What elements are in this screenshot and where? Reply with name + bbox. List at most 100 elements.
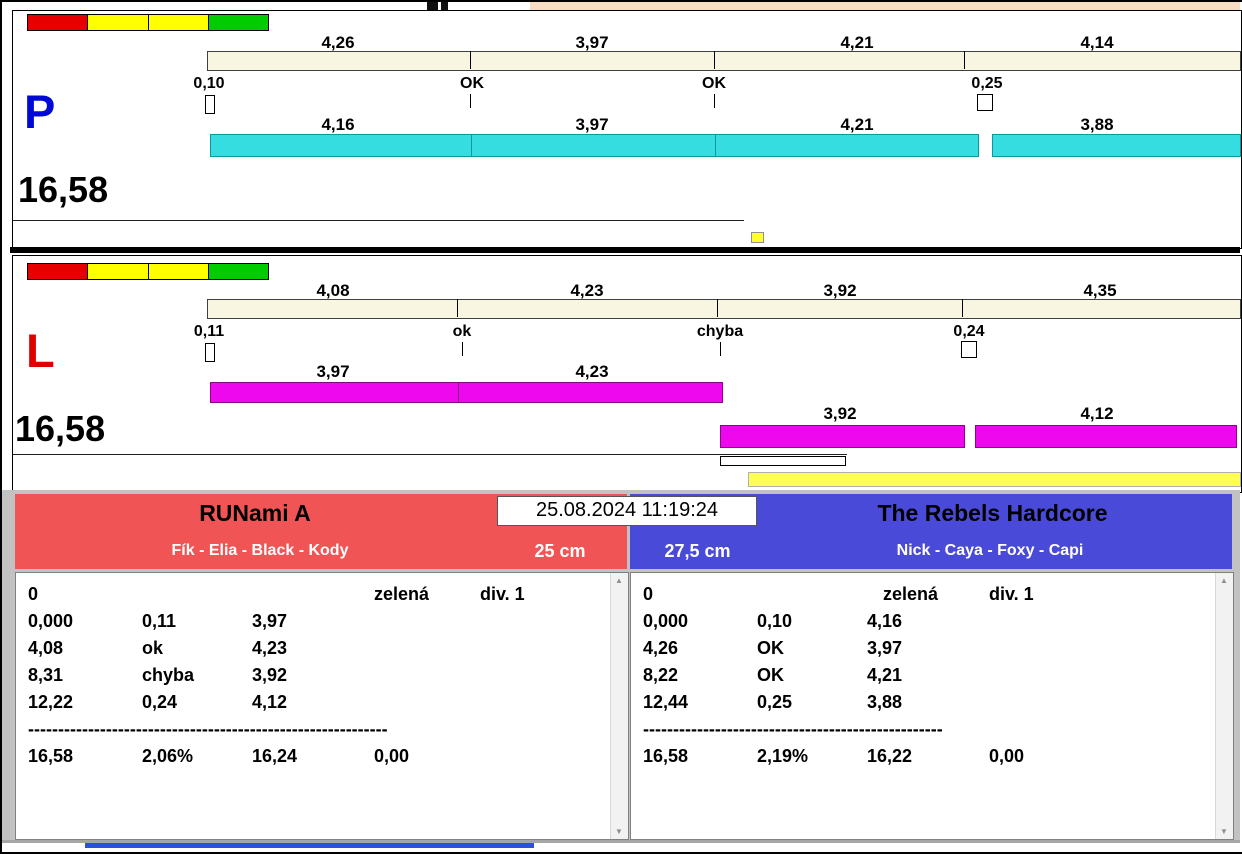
result-cell [252, 716, 374, 743]
result-row: 12,44 0,25 3,88 [643, 689, 1213, 716]
result-cell: 16,22 [867, 746, 913, 766]
run-split-label: 3,88 [1080, 115, 1114, 134]
run-split-label: 4,16 [321, 115, 355, 134]
result-cell: ----------------------------------------… [28, 719, 388, 739]
result-cell: div. 1 [480, 584, 525, 604]
scroll-up-icon[interactable]: ▲ [611, 576, 627, 585]
result-cell: 4,16 [867, 611, 903, 631]
window-top-fragment-peach [530, 2, 1240, 10]
result-cell [374, 716, 486, 743]
window-top-fragment [441, 2, 448, 10]
bar-divider-line [470, 51, 471, 69]
light-yellow-icon [87, 263, 149, 280]
result-cell: 2,06% [142, 746, 194, 766]
timing-bar-segment [471, 134, 717, 157]
taskbar-fragment [85, 843, 534, 848]
tick-mark [714, 94, 715, 108]
run-split-label: 4,12 [1080, 404, 1114, 423]
lane-l-letter: L [26, 324, 55, 377]
start-lights-l [27, 263, 269, 280]
result-cell: 8,31 [28, 665, 64, 685]
crossing-mark-label: ok [452, 323, 472, 340]
gate-marker-box [977, 94, 993, 111]
results-right-scrollbar[interactable]: ▲ ▼ [1215, 573, 1233, 839]
reference-split-label: 4,21 [840, 33, 874, 52]
lane-divider [10, 247, 1240, 253]
reference-split-label: 4,23 [570, 281, 604, 300]
result-cell [989, 716, 1101, 743]
result-cell: 0,24 [142, 692, 178, 712]
yellow-progress-bar [748, 472, 1241, 487]
reference-split-label: 3,97 [575, 33, 609, 52]
result-cell: 0,000 [643, 611, 689, 631]
lane-p-total: 16,58 [18, 169, 109, 210]
result-cell [989, 608, 1101, 635]
result-cell: 0 [643, 584, 654, 604]
result-cell [757, 581, 867, 608]
result-cell [867, 716, 989, 743]
bar-divider-line [714, 51, 715, 69]
result-row: 4,08 ok 4,23 [28, 635, 608, 662]
result-cell: 2,19% [757, 746, 809, 766]
result-row: 0 zelená div. 1 [643, 581, 1213, 608]
timing-bar-segment [458, 382, 723, 403]
result-cell [374, 662, 486, 689]
results-right-body: 0 zelená div. 1 0,000 0,10 4,16 4,26 OK 3,97 8,22… [643, 581, 1213, 770]
light-green-icon [207, 14, 269, 31]
crossing-mark-label: 0,24 [953, 323, 985, 340]
reference-bar-p [207, 51, 1241, 71]
tick-mark [462, 342, 463, 356]
result-cell: 0,000 [28, 611, 74, 631]
result-row: 12,22 0,24 4,12 [28, 689, 608, 716]
team-right-name: The Rebels Hardcore [877, 500, 1108, 526]
result-cell: 4,23 [252, 638, 288, 658]
result-cell: 16,24 [252, 746, 298, 766]
team-left-name: RUNami A [199, 500, 311, 526]
results-left-scrollbar[interactable]: ▲ ▼ [610, 573, 628, 839]
scroll-down-icon[interactable]: ▼ [1216, 827, 1232, 836]
gate-marker-box [961, 341, 977, 358]
gate-marker-box [205, 343, 215, 362]
datetime-display: 25.08.2024 11:19:24 [497, 496, 757, 526]
reference-split-label: 4,14 [1080, 33, 1114, 52]
scroll-down-icon[interactable]: ▼ [611, 827, 627, 836]
crossing-mark-label: 0,25 [971, 75, 1003, 92]
result-cell: 3,97 [252, 611, 288, 631]
result-cell: div. 1 [989, 584, 1034, 604]
result-cell: 4,21 [867, 665, 903, 685]
light-yellow-icon [87, 14, 149, 31]
crossing-mark-label: OK [460, 75, 484, 92]
timing-bar-segment [720, 425, 965, 448]
result-row: 0,000 0,10 4,16 [643, 608, 1213, 635]
run-split-label: 3,97 [316, 362, 350, 381]
reference-split-label: 4,08 [316, 281, 350, 300]
result-cell: 0,00 [374, 746, 410, 766]
timing-bar-segment [715, 134, 979, 157]
status-square [751, 232, 764, 243]
result-cell: zelená [374, 584, 430, 604]
reference-split-label: 4,35 [1083, 281, 1117, 300]
result-cell: 0,10 [757, 611, 793, 631]
result-cell [374, 635, 486, 662]
bar-divider-line [457, 299, 458, 317]
result-cell: 16,58 [28, 746, 74, 766]
result-cell: 3,92 [252, 665, 288, 685]
result-row: ----------------------------------------… [643, 716, 1213, 743]
crossing-mark-label: OK [702, 75, 726, 92]
result-cell: 3,88 [867, 692, 903, 712]
team-right-dogs: Nick - Caya - Foxy - Capi [896, 542, 1084, 559]
result-cell [867, 581, 883, 608]
result-cell: ok [142, 638, 164, 658]
result-row: 0 zelená div. 1 [28, 581, 608, 608]
scroll-up-icon[interactable]: ▲ [1216, 576, 1232, 585]
start-lights-p [27, 14, 269, 31]
result-cell: 4,26 [643, 638, 679, 658]
result-row: ----------------------------------------… [28, 716, 608, 743]
timing-bar-segment [210, 382, 460, 403]
timing-bar-segment [210, 134, 473, 157]
results-left-body: 0 zelená div. 1 0,000 0,11 3,97 4,08 ok 4,23 8,31… [28, 581, 608, 770]
crossing-mark-label: 0,10 [193, 75, 225, 92]
result-cell: OK [757, 638, 784, 658]
tick-mark [470, 94, 471, 108]
team-right-height-class: 27,5 cm [664, 541, 731, 561]
